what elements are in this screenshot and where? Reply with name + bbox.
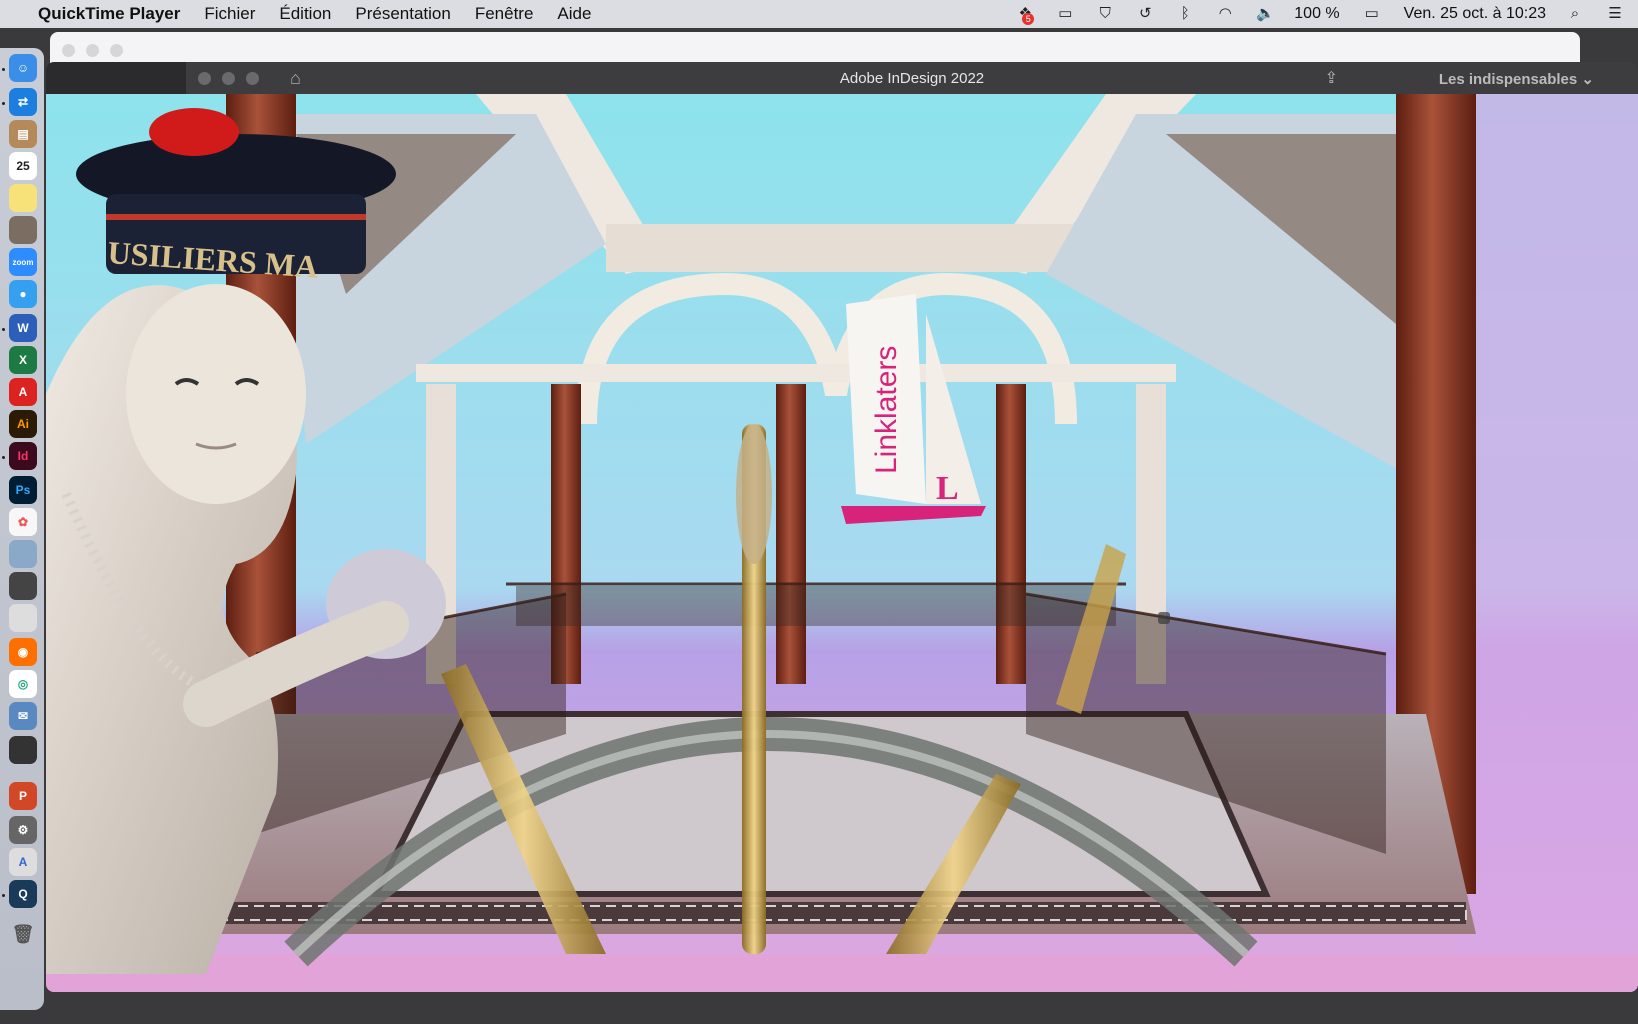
menu-edition[interactable]: Édition	[279, 4, 331, 24]
close-button[interactable]	[198, 72, 211, 85]
shield-icon[interactable]: ⛉	[1094, 5, 1116, 23]
sail-text: Linklaters	[870, 346, 903, 474]
running-indicator	[2, 456, 5, 459]
battery-icon[interactable]: ▭	[1358, 5, 1386, 23]
workspace-label: Les indispensables	[1438, 71, 1578, 88]
dock-mail-icon[interactable]: ✉	[9, 702, 37, 730]
dock-photoshop-icon[interactable]: Ps	[9, 476, 37, 504]
indesign-title-bar: ⌂ Adobe InDesign 2022 ⇪ Les indispensabl…	[186, 62, 1638, 94]
bluetooth-icon[interactable]: ᛒ	[1174, 5, 1196, 23]
quicktime-window[interactable]: ⌂ Adobe InDesign 2022 ⇪ Les indispensabl…	[46, 62, 1638, 992]
minimize-button[interactable]	[222, 72, 235, 85]
menu-app-name[interactable]: QuickTime Player	[38, 4, 180, 24]
sail-logo: L	[936, 470, 959, 507]
running-indicator	[2, 102, 5, 105]
menu-fichier[interactable]: Fichier	[204, 4, 255, 24]
volume-icon[interactable]: 🔈	[1254, 5, 1276, 23]
running-indicator	[2, 68, 5, 71]
workspace-selector[interactable]: Les indispensables ⌄	[1439, 70, 1594, 88]
clock[interactable]: Ven. 25 oct. à 10:23	[1404, 5, 1546, 23]
dock-photos-icon[interactable]: ✿	[9, 508, 37, 536]
status-area: ❖ ▭ ⛉ ↺ ᛒ ◠ 🔈 100 % ▭ Ven. 25 oct. à 10:…	[1014, 0, 1626, 28]
collage-image: Linklaters L USILIERS MA	[46, 94, 1638, 992]
dock-app-store-icon[interactable]: A	[9, 848, 37, 876]
dock-messages-icon[interactable]: ●	[9, 280, 37, 308]
dropbox-icon[interactable]: ❖	[1014, 5, 1036, 25]
dock-preview-icon[interactable]	[9, 540, 37, 568]
menu-aide[interactable]: Aide	[557, 4, 591, 24]
wifi-icon[interactable]: ◠	[1214, 5, 1236, 23]
chevron-down-icon: ⌄	[1581, 71, 1594, 88]
menu-presentation[interactable]: Présentation	[355, 4, 450, 24]
dock-indesign-icon[interactable]: Id	[9, 442, 37, 470]
dock-finder-icon[interactable]: ☺	[9, 54, 37, 82]
dock-chrome-icon[interactable]: ◎	[9, 670, 37, 698]
dock-excel-icon[interactable]: X	[9, 346, 37, 374]
dock-drive-icon[interactable]	[9, 604, 37, 632]
share-icon[interactable]: ⇪	[1325, 68, 1338, 88]
home-icon[interactable]: ⌂	[290, 68, 301, 89]
running-indicator	[2, 894, 5, 897]
control-center-icon[interactable]: ☰	[1604, 5, 1626, 23]
minimize-button[interactable]	[86, 44, 99, 57]
search-icon[interactable]: ⌕	[1564, 5, 1586, 23]
dock-calendar-icon[interactable]: 25	[9, 152, 37, 180]
dock-system-preferences-icon[interactable]: ⚙	[9, 816, 37, 844]
window-title: Adobe InDesign 2022	[839, 69, 985, 87]
dock-powerpoint-icon[interactable]: P	[9, 782, 37, 810]
dock-illustrator-icon[interactable]: Ai	[9, 410, 37, 438]
menu-bar: QuickTime Player Fichier Édition Présent…	[0, 0, 1638, 28]
dock-acrobat-icon[interactable]: A	[9, 378, 37, 406]
dock-word-icon[interactable]: W	[9, 314, 37, 342]
menu-fenetre[interactable]: Fenêtre	[475, 4, 534, 24]
zoom-button[interactable]	[246, 72, 259, 85]
display-icon[interactable]: ▭	[1054, 5, 1076, 23]
dock-contacts-icon[interactable]: ▤	[9, 120, 37, 148]
dock-teamviewer-icon[interactable]: ⇄	[9, 88, 37, 116]
dock-scanner-icon[interactable]	[9, 572, 37, 600]
time-machine-icon[interactable]: ↺	[1134, 5, 1156, 23]
zoom-button[interactable]	[110, 44, 123, 57]
dock-trash-icon[interactable]: 🗑	[9, 920, 37, 948]
dock-zoom-icon[interactable]: zoom	[9, 248, 37, 276]
dock-quicktime-icon[interactable]: Q	[9, 880, 37, 908]
close-button[interactable]	[62, 44, 75, 57]
dock-firefox-icon[interactable]: ◉	[9, 638, 37, 666]
dock: ☺ ⇄ ▤ 25 zoom ● W X A Ai Id Ps ✿ ◉ ◎ ✉ P…	[0, 48, 44, 1010]
dock-calculator-icon[interactable]	[9, 216, 37, 244]
battery-percent: 100 %	[1294, 5, 1340, 22]
dock-keyboard-icon[interactable]	[9, 736, 37, 764]
video-frame[interactable]: Linklaters L USILIERS MA	[46, 94, 1638, 992]
running-indicator	[2, 328, 5, 331]
dock-notes-icon[interactable]	[9, 184, 37, 212]
